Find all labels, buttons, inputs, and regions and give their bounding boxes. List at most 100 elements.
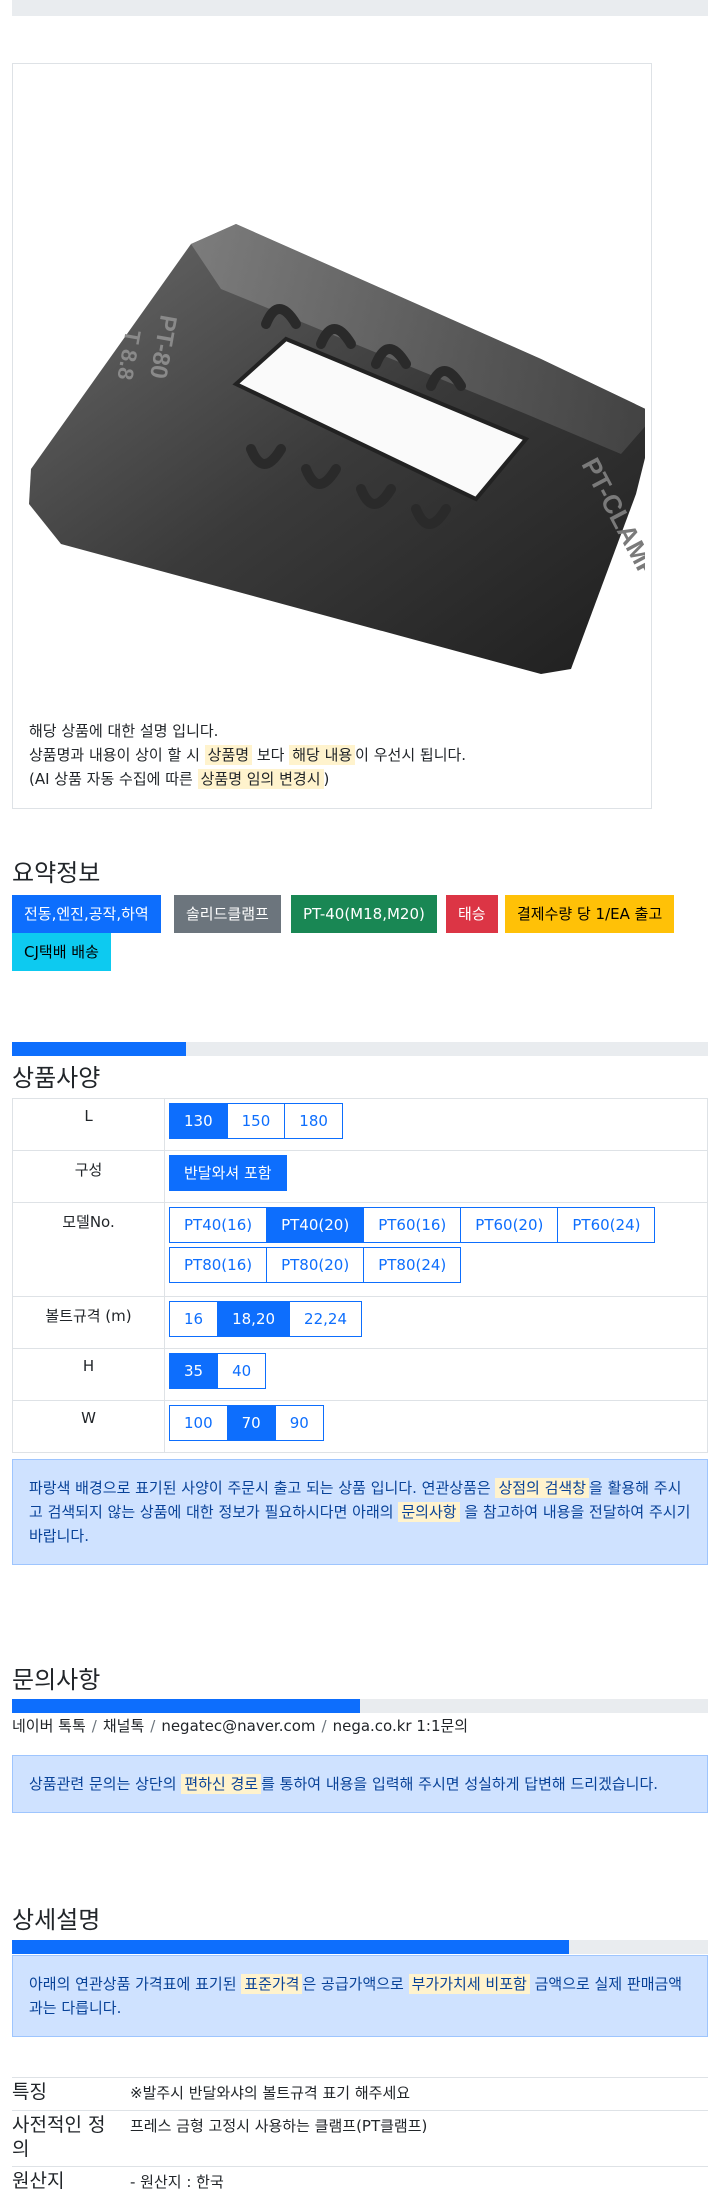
option-button[interactable]: 16 xyxy=(169,1301,219,1337)
option-button[interactable]: PT80(24) xyxy=(363,1247,462,1283)
desc-line-2: 상품명과 내용이 상이 할 시 상품명 보다 해당 내용 이 우선시 됩니다. xyxy=(29,743,466,767)
feature-value: ※발주시 반달와샤의 볼트규격 표기 해주세요 xyxy=(130,2084,411,2102)
option-button[interactable]: PT40(16) xyxy=(169,1207,268,1243)
note-highlight: 문의사항 xyxy=(398,1502,460,1522)
spec-row-composition: 구성 반달와셔 포함 xyxy=(12,1150,708,1203)
note-highlight: 편하신 경로 xyxy=(181,1774,262,1794)
option-button[interactable]: PT60(24) xyxy=(557,1207,656,1243)
feature-value: - 원산지 : 한국 xyxy=(130,2173,224,2191)
badge-product-type[interactable]: 솔리드클램프 xyxy=(174,895,281,933)
desc-text: (AI 상품 자동 수집에 따른 xyxy=(29,770,198,788)
product-image: PT-CLAMP PT-80 T 8.8 xyxy=(29,224,645,674)
feature-key: 특징 xyxy=(12,2081,47,2103)
desc-highlight: 상품명 xyxy=(204,745,253,765)
contact-channels: 네이버 톡톡 / 채널톡 / negatec@naver.com / nega.co.kr … xyxy=(12,1715,468,1736)
desc-line-3: (AI 상품 자동 수집에 따른 상품명 임의 변경시) xyxy=(29,767,466,791)
desc-text: 이 우선시 됩니다. xyxy=(355,746,467,764)
badge-quantity[interactable]: 결제수량 당 1/EA 출고 xyxy=(505,895,675,933)
option-button[interactable]: 18,20 xyxy=(217,1301,291,1337)
product-image-card: PT-CLAMP PT-80 T 8.8 해당 상품에 대한 설명 입니다. 상… xyxy=(12,63,652,809)
option-button[interactable]: 180 xyxy=(284,1103,343,1139)
inquiry-progress xyxy=(12,1699,708,1713)
badge-model[interactable]: PT-40(M18,M20) xyxy=(291,895,437,933)
spec-progress-fill xyxy=(12,1042,186,1056)
option-button[interactable]: 22,24 xyxy=(289,1301,362,1337)
option-button[interactable]: 70 xyxy=(226,1405,276,1441)
note-text: 은 공급가액으로 xyxy=(302,1975,409,1993)
separator: / xyxy=(91,1717,97,1735)
desc-highlight: 상품명 임의 변경시 xyxy=(197,769,324,789)
inquiry-note: 상품관련 문의는 상단의 편하신 경로 를 통하여 내용을 입력해 주시면 성실하… xyxy=(12,1755,708,1813)
detail-progress-fill xyxy=(12,1940,569,1954)
feature-value: 프레스 금형 고정시 사용하는 클램프(PT클램프) xyxy=(130,2117,428,2135)
spec-label: 모델No. xyxy=(12,1202,165,1297)
note-highlight: 상점의 검색창 xyxy=(495,1478,590,1498)
spec-options: 16 18,20 22,24 xyxy=(164,1296,708,1349)
spec-row-h: H 35 40 xyxy=(12,1348,708,1401)
desc-line-1: 해당 상품에 대한 설명 입니다. xyxy=(29,722,219,740)
option-button[interactable]: 35 xyxy=(169,1353,219,1389)
note-highlight: 표준가격 xyxy=(241,1974,303,1994)
option-button[interactable]: 40 xyxy=(217,1353,267,1389)
spec-options: 130 150 180 xyxy=(164,1098,708,1151)
spec-note: 파랑색 배경으로 표기된 사양이 주문시 출고 되는 상품 입니다. 연관상품은… xyxy=(12,1459,708,1565)
note-text: 상품관련 문의는 상단의 xyxy=(29,1775,182,1793)
desc-text: ) xyxy=(323,770,330,788)
spec-label: L xyxy=(12,1098,165,1151)
separator: / xyxy=(321,1717,327,1735)
spec-options: 100 70 90 xyxy=(164,1400,708,1453)
detail-title: 상세설명 xyxy=(12,1906,101,1934)
badge-shipping[interactable]: CJ택배 배송 xyxy=(12,933,111,971)
desc-highlight: 해당 내용 xyxy=(289,745,356,765)
note-text: 파랑색 배경으로 표기된 사양이 주문시 출고 되는 상품 입니다. 연관상품은 xyxy=(29,1479,496,1497)
spec-label: 구성 xyxy=(12,1150,165,1203)
spec-row-model: 모델No. PT40(16) PT40(20) PT60(16) PT60(20) PT… xyxy=(12,1202,708,1297)
feature-row: 특징 ※발주시 반달와샤의 볼트규격 표기 해주세요 xyxy=(12,2077,708,2110)
spec-options: 반달와셔 포함 xyxy=(164,1150,708,1203)
inquiry-title: 문의사항 xyxy=(12,1666,101,1694)
option-button[interactable]: 90 xyxy=(274,1405,324,1441)
note-highlight: 부가가치세 비포함 xyxy=(408,1974,530,1994)
spec-progress xyxy=(12,1042,708,1056)
feature-row: 원산지 - 원산지 : 한국 xyxy=(12,2166,708,2204)
option-button[interactable]: PT60(20) xyxy=(460,1207,559,1243)
desc-text: 상품명과 내용이 상이 할 시 xyxy=(29,746,205,764)
separator: / xyxy=(150,1717,156,1735)
spec-row-l: L 130 150 180 xyxy=(12,1098,708,1151)
spec-title: 상품사양 xyxy=(12,1064,101,1092)
detail-note: 아래의 연관상품 가격표에 표기된 표준가격 은 공급가액으로 부가가치세 비포함… xyxy=(12,1955,708,2037)
badge-brand[interactable]: 태승 xyxy=(446,895,498,933)
option-button[interactable]: PT40(20) xyxy=(266,1207,365,1243)
feature-key: 원산지 xyxy=(12,2170,65,2192)
channel-naver-talk[interactable]: 네이버 톡톡 xyxy=(12,1717,86,1735)
spec-label: 볼트규격 (m) xyxy=(12,1296,165,1349)
channel-email[interactable]: negatec@naver.com xyxy=(161,1717,315,1735)
spec-options: PT40(16) PT40(20) PT60(16) PT60(20) PT60(24)… xyxy=(164,1202,708,1297)
spec-label: W xyxy=(12,1400,165,1453)
spec-options: 35 40 xyxy=(164,1348,708,1401)
option-button[interactable]: PT80(20) xyxy=(266,1247,365,1283)
channel-website[interactable]: nega.co.kr 1:1문의 xyxy=(333,1717,469,1735)
spec-label: H xyxy=(12,1348,165,1401)
option-button[interactable]: PT80(16) xyxy=(169,1247,268,1283)
channel-talk[interactable]: 채널톡 xyxy=(103,1717,144,1735)
spec-row-w: W 100 70 90 xyxy=(12,1400,708,1453)
spec-table: L 130 150 180 구성 반달와셔 포함 모델No. PT40(16) PT4… xyxy=(12,1098,708,1453)
option-button[interactable]: 반달와셔 포함 xyxy=(169,1155,287,1191)
feature-row: 사전적인 정의 프레스 금형 고정시 사용하는 클램프(PT클램프) xyxy=(12,2110,708,2166)
option-button[interactable]: PT60(16) xyxy=(363,1207,462,1243)
product-description: 해당 상품에 대한 설명 입니다. 상품명과 내용이 상이 할 시 상품명 보다… xyxy=(29,719,466,791)
option-button[interactable]: 100 xyxy=(169,1405,228,1441)
top-bar xyxy=(12,0,708,16)
feature-key: 사전적인 정의 xyxy=(12,2114,106,2160)
spec-row-bolt: 볼트규격 (m) 16 18,20 22,24 xyxy=(12,1296,708,1349)
desc-text: 보다 xyxy=(252,746,290,764)
badge-category[interactable]: 전동,엔진,공작,하역 xyxy=(12,895,161,933)
option-button[interactable]: 130 xyxy=(169,1103,228,1139)
summary-title: 요약정보 xyxy=(12,859,101,887)
inquiry-progress-fill xyxy=(12,1699,360,1713)
note-text: 아래의 연관상품 가격표에 표기된 xyxy=(29,1975,242,1993)
note-text: 를 통하여 내용을 입력해 주시면 성실하게 답변해 드리겠습니다. xyxy=(261,1775,659,1793)
detail-progress xyxy=(12,1940,708,1954)
option-button[interactable]: 150 xyxy=(226,1103,286,1139)
